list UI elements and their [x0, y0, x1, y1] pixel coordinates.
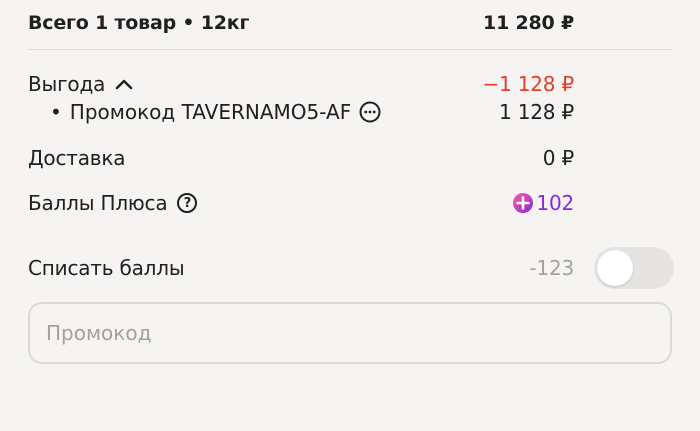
plus-points-value: 102 [536, 191, 574, 215]
order-summary-row: Всего 1 товар • 12кг 11 280 ₽ [28, 8, 574, 38]
promo-discount-value: 1 128 ₽ [499, 100, 574, 124]
delivery-row: Доставка 0 ₽ [28, 143, 574, 173]
promo-discount-row: • Промокод TAVERNAMO5-AF 1 128 ₽ [28, 97, 574, 127]
plus-points-label: Баллы Плюса [28, 191, 168, 215]
plus-points-value-group: 102 [512, 191, 574, 215]
chevron-up-icon [115, 79, 133, 90]
promo-discount-label: Промокод TAVERNAMO5-AF [69, 100, 352, 124]
promo-code-input[interactable] [28, 302, 672, 364]
spend-points-toggle[interactable] [594, 247, 674, 289]
delivery-value: 0 ₽ [542, 146, 574, 170]
plus-points-label-group: Баллы Плюса ? [28, 191, 198, 215]
discount-value: −1 128 ₽ [482, 72, 575, 96]
spend-points-row: Списать баллы -123 [28, 253, 574, 283]
discount-label: Выгода [28, 72, 106, 96]
order-summary-label: Всего 1 товар • 12кг [28, 12, 250, 34]
plus-points-icon [513, 193, 534, 213]
spend-points-label: Списать баллы [28, 256, 185, 280]
order-summary-total: 11 280 ₽ [483, 12, 574, 34]
discount-toggle[interactable]: Выгода [28, 72, 133, 96]
spend-points-value: -123 [529, 256, 574, 280]
help-icon[interactable]: ? [177, 193, 198, 213]
divider [28, 49, 672, 50]
promo-discount-item: • Промокод TAVERNAMO5-AF [50, 100, 381, 124]
toggle-knob [597, 250, 633, 286]
discount-row[interactable]: Выгода −1 128 ₽ [28, 69, 574, 99]
bullet: • [50, 100, 62, 124]
more-options-icon[interactable] [359, 101, 381, 123]
plus-points-row: Баллы Плюса ? 102 [28, 188, 574, 218]
delivery-label: Доставка [28, 146, 126, 170]
